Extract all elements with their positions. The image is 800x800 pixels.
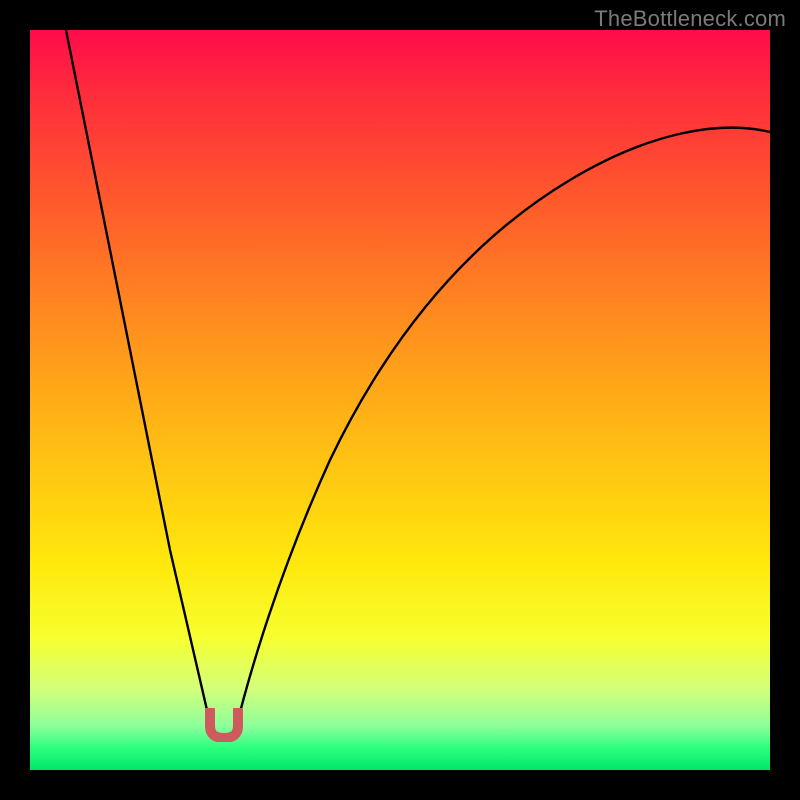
curve-right-branch (234, 128, 770, 736)
minimum-u-marker (204, 708, 244, 742)
watermark-text: TheBottleneck.com (594, 6, 786, 32)
bottleneck-curve (30, 30, 770, 770)
plot-area (30, 30, 770, 770)
chart-frame: TheBottleneck.com (0, 0, 800, 800)
u-shape-icon (210, 710, 238, 738)
curve-left-branch (66, 30, 213, 736)
